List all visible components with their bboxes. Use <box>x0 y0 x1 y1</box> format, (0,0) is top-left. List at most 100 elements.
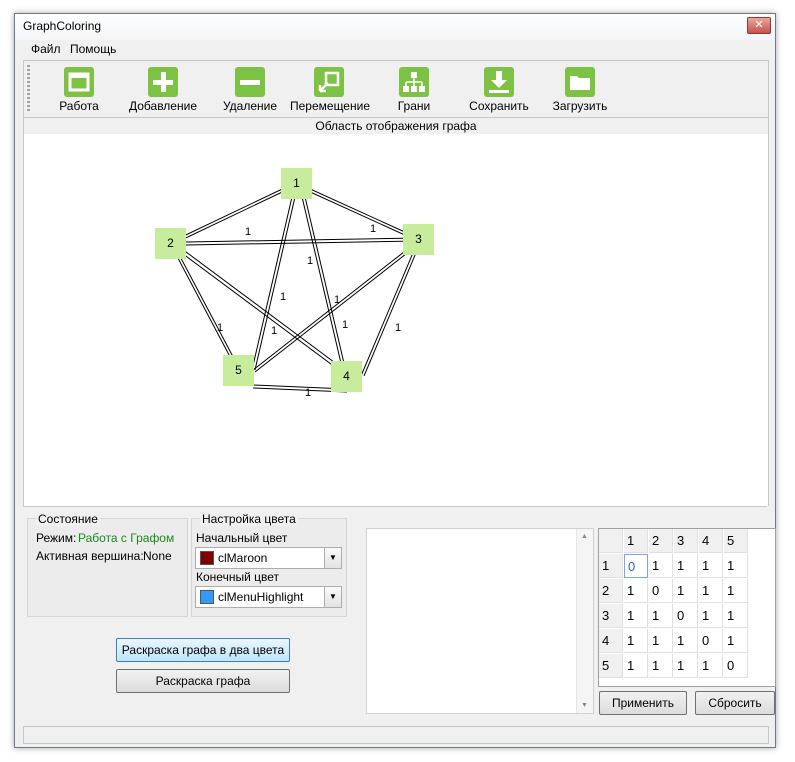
matrix-cell[interactable]: 0 <box>649 579 673 603</box>
matrix-cell[interactable]: 1 <box>699 579 723 603</box>
matrix-corner <box>599 529 623 553</box>
graph-edges <box>170 181 422 393</box>
move-icon <box>314 67 344 97</box>
matrix-cell[interactable]: 1 <box>724 604 748 628</box>
folder-icon <box>565 67 595 97</box>
graph-node-2[interactable]: 2 <box>155 228 186 259</box>
end-color-value: clMenuHighlight <box>218 590 304 604</box>
matrix-cell[interactable]: 1 <box>699 604 723 628</box>
menu-help[interactable]: Помощь <box>70 42 116 56</box>
edge-label-1-4: 1 <box>334 294 341 306</box>
output-memo[interactable]: ▲ ▼ <box>366 528 594 714</box>
move-button[interactable]: Перемещение <box>290 61 370 117</box>
active-vertex-label: Активная вершина: <box>36 549 144 563</box>
graph-node-1[interactable]: 1 <box>281 168 312 199</box>
matrix-cell[interactable]: 1 <box>674 629 698 653</box>
color-settings-title: Настройка цвета <box>200 512 298 526</box>
two-color-button[interactable]: Раскраска графа в два цвета <box>116 638 290 662</box>
matrix-cell[interactable]: 1 <box>674 579 698 603</box>
matrix-cell[interactable]: 0 <box>699 629 723 653</box>
color-graph-button[interactable]: Раскраска графа <box>116 669 290 693</box>
start-color-value: clMaroon <box>218 551 268 565</box>
load-label: Загрузить <box>552 99 608 113</box>
memo-scrollbar[interactable]: ▲ ▼ <box>576 529 593 713</box>
edges-label: Грани <box>397 99 431 113</box>
matrix-row-header: 5 <box>599 654 623 678</box>
close-button[interactable]: ✕ <box>747 17 771 34</box>
color-settings-group: Настройка цвета Начальный цвет clMaroon … <box>191 512 347 617</box>
graph-node-5[interactable]: 5 <box>223 355 254 386</box>
load-button[interactable]: Загрузить <box>550 61 610 117</box>
mode-label: Режим: <box>36 531 77 545</box>
bottom-panel: Состояние Режим: Работа с Графом Активна… <box>23 506 776 725</box>
window-title: GraphColoring <box>23 19 102 33</box>
matrix-col-header: 3 <box>674 529 698 553</box>
matrix-row-header: 1 <box>599 554 623 578</box>
scroll-down-icon[interactable]: ▼ <box>581 702 588 709</box>
matrix-cell[interactable]: 0 <box>674 604 698 628</box>
edge-label-1-5: 1 <box>280 291 287 303</box>
matrix-row-header: 4 <box>599 629 623 653</box>
menu-file[interactable]: Файл <box>31 42 61 56</box>
matrix-cell[interactable]: 1 <box>724 629 748 653</box>
matrix-cell[interactable]: 1 <box>649 604 673 628</box>
mode-value: Работа с Графом <box>78 531 175 545</box>
graph-canvas[interactable]: 1 1 1 1 1 1 1 1 1 1 1 2 3 4 5 <box>23 134 769 506</box>
graph-area-title: Область отображения графа <box>23 117 769 135</box>
state-group: Состояние Режим: Работа с Графом Активна… <box>27 512 188 617</box>
chevron-down-icon[interactable]: ▼ <box>324 587 341 607</box>
work-mode-label: Работа <box>59 99 99 113</box>
adjacency-matrix[interactable]: 1 2 3 4 5 1 0 1 1 1 1 2 1 0 1 1 1 3 1 1 … <box>598 528 776 687</box>
plus-icon <box>148 67 178 97</box>
delete-label: Удаление <box>222 99 278 113</box>
active-vertex-value: None <box>143 549 172 563</box>
matrix-cell[interactable]: 1 <box>674 654 698 678</box>
matrix-cell[interactable]: 0 <box>724 654 748 678</box>
edge-label-1-2: 1 <box>245 226 252 238</box>
add-label: Добавление <box>129 99 197 113</box>
download-icon <box>484 67 514 97</box>
matrix-cell[interactable]: 1 <box>649 554 673 578</box>
matrix-col-header: 5 <box>724 529 748 553</box>
edge-label-3-4: 1 <box>395 322 402 334</box>
edge-label-2-3: 1 <box>307 255 314 267</box>
start-color-swatch <box>200 551 214 565</box>
matrix-cell[interactable]: 1 <box>624 629 648 653</box>
matrix-cell[interactable]: 1 <box>624 654 648 678</box>
matrix-cell[interactable]: 1 <box>624 579 648 603</box>
matrix-cell[interactable]: 1 <box>649 654 673 678</box>
start-color-label: Начальный цвет <box>196 531 288 545</box>
state-title: Состояние <box>36 512 100 526</box>
edge-label-1-3: 1 <box>370 223 377 235</box>
reset-button[interactable]: Сбросить <box>695 691 775 715</box>
edges-icon <box>399 67 429 97</box>
menu-bar: Файл Помощь <box>15 40 775 59</box>
matrix-cell[interactable]: 1 <box>699 654 723 678</box>
apply-button[interactable]: Применить <box>599 691 687 715</box>
end-color-select[interactable]: clMenuHighlight ▼ <box>195 586 342 608</box>
toolbar-grip[interactable] <box>27 65 30 111</box>
work-mode-button[interactable]: Работа <box>54 61 104 117</box>
chevron-down-icon[interactable]: ▼ <box>324 548 341 568</box>
edges-button[interactable]: Грани <box>394 61 434 117</box>
title-bar: GraphColoring ✕ <box>15 14 775 40</box>
graph-node-4[interactable]: 4 <box>331 361 362 392</box>
matrix-cell[interactable]: 1 <box>624 604 648 628</box>
matrix-col-header: 2 <box>649 529 673 553</box>
start-color-select[interactable]: clMaroon ▼ <box>195 547 342 569</box>
matrix-cell[interactable]: 1 <box>649 629 673 653</box>
save-button[interactable]: Сохранить <box>464 61 534 117</box>
graph-node-3[interactable]: 3 <box>403 224 434 255</box>
matrix-cell[interactable]: 1 <box>724 579 748 603</box>
delete-button[interactable]: Удаление <box>220 61 280 117</box>
matrix-cell[interactable]: 1 <box>699 554 723 578</box>
matrix-cell[interactable]: 1 <box>724 554 748 578</box>
matrix-cell[interactable]: 0 <box>624 554 648 578</box>
edge-label-3-5: 1 <box>342 319 349 331</box>
status-bar <box>23 726 769 744</box>
matrix-row-header: 3 <box>599 604 623 628</box>
matrix-cell[interactable]: 1 <box>674 554 698 578</box>
add-button[interactable]: Добавление <box>128 61 198 117</box>
scroll-up-icon[interactable]: ▲ <box>581 533 588 540</box>
edge-label-2-4: 1 <box>271 325 278 337</box>
